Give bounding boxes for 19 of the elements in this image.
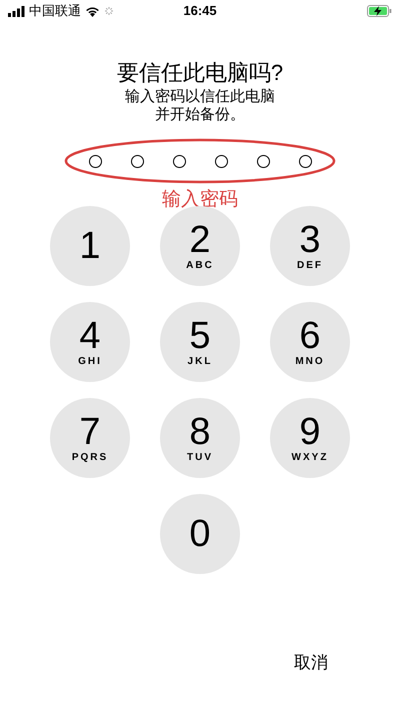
keypad-key[interactable]: 3 DEF: [270, 206, 350, 286]
keypad-key[interactable]: 9 WXYZ: [270, 398, 350, 478]
carrier-name: 中国联通: [29, 2, 81, 20]
dialog-message-line: 并开始备份。: [155, 106, 245, 124]
keypad-key[interactable]: 5 JKL: [160, 302, 240, 382]
dialog-title: 要信任此电脑吗?: [116, 60, 284, 86]
dialog-message-line: 输入密码以信任此电脑: [125, 88, 275, 106]
spinner-icon: [104, 6, 114, 16]
keypad-key[interactable]: 8 TUV: [160, 398, 240, 478]
wifi-icon: [85, 6, 100, 16]
keypad-key[interactable]: 7 PQRS: [50, 398, 130, 478]
keypad-key[interactable]: 4 GHI: [50, 302, 130, 382]
keypad-key[interactable]: 0: [160, 494, 240, 574]
signal-icon: [8, 6, 25, 16]
keypad-key[interactable]: 6 MNO: [270, 302, 350, 382]
cancel-button[interactable]: 取消: [294, 650, 328, 676]
clock-time: 16:45: [183, 2, 217, 20]
battery-charging-icon: [367, 5, 392, 17]
keypad-key[interactable]: 1: [50, 206, 130, 286]
